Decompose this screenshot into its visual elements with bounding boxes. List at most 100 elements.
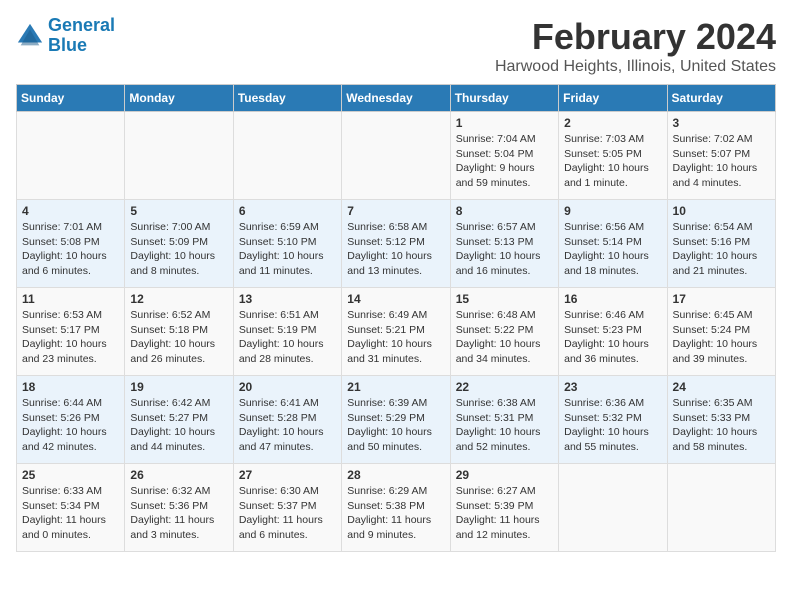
calendar-cell: 9 Sunrise: 6:56 AM Sunset: 5:14 PM Daylig… xyxy=(559,200,667,288)
day-number: 19 xyxy=(130,380,227,394)
week-row-5: 25 Sunrise: 6:33 AM Sunset: 5:34 PM Dayli… xyxy=(17,464,776,552)
calendar-cell: 14 Sunrise: 6:49 AM Sunset: 5:21 PM Dayli… xyxy=(342,288,450,376)
day-info: Sunrise: 7:03 AM Sunset: 5:05 PM Dayligh… xyxy=(564,132,661,191)
day-info: Sunrise: 6:54 AM Sunset: 5:16 PM Dayligh… xyxy=(673,220,770,279)
day-info: Sunrise: 6:49 AM Sunset: 5:21 PM Dayligh… xyxy=(347,308,444,367)
calendar-cell: 4 Sunrise: 7:01 AM Sunset: 5:08 PM Daylig… xyxy=(17,200,125,288)
logo: General Blue xyxy=(16,16,115,56)
day-info: Sunrise: 6:48 AM Sunset: 5:22 PM Dayligh… xyxy=(456,308,553,367)
calendar-cell: 20 Sunrise: 6:41 AM Sunset: 5:28 PM Dayli… xyxy=(233,376,341,464)
week-row-2: 4 Sunrise: 7:01 AM Sunset: 5:08 PM Daylig… xyxy=(17,200,776,288)
day-number: 15 xyxy=(456,292,553,306)
subtitle: Harwood Heights, Illinois, United States xyxy=(495,58,776,76)
day-number: 13 xyxy=(239,292,336,306)
calendar-cell: 28 Sunrise: 6:29 AM Sunset: 5:38 PM Dayli… xyxy=(342,464,450,552)
week-row-4: 18 Sunrise: 6:44 AM Sunset: 5:26 PM Dayli… xyxy=(17,376,776,464)
day-info: Sunrise: 7:04 AM Sunset: 5:04 PM Dayligh… xyxy=(456,132,553,191)
calendar-table: SundayMondayTuesdayWednesdayThursdayFrid… xyxy=(16,84,776,552)
day-number: 1 xyxy=(456,116,553,130)
day-number: 27 xyxy=(239,468,336,482)
day-info: Sunrise: 6:53 AM Sunset: 5:17 PM Dayligh… xyxy=(22,308,119,367)
day-info: Sunrise: 6:33 AM Sunset: 5:34 PM Dayligh… xyxy=(22,484,119,543)
calendar-cell xyxy=(342,112,450,200)
day-number: 20 xyxy=(239,380,336,394)
day-number: 23 xyxy=(564,380,661,394)
calendar-cell: 15 Sunrise: 6:48 AM Sunset: 5:22 PM Dayli… xyxy=(450,288,558,376)
day-number: 28 xyxy=(347,468,444,482)
logo-line2: Blue xyxy=(48,35,87,55)
calendar-cell: 10 Sunrise: 6:54 AM Sunset: 5:16 PM Dayli… xyxy=(667,200,775,288)
day-info: Sunrise: 6:35 AM Sunset: 5:33 PM Dayligh… xyxy=(673,396,770,455)
day-number: 18 xyxy=(22,380,119,394)
day-number: 22 xyxy=(456,380,553,394)
day-number: 11 xyxy=(22,292,119,306)
week-row-3: 11 Sunrise: 6:53 AM Sunset: 5:17 PM Dayli… xyxy=(17,288,776,376)
day-number: 12 xyxy=(130,292,227,306)
day-info: Sunrise: 6:41 AM Sunset: 5:28 PM Dayligh… xyxy=(239,396,336,455)
day-number: 26 xyxy=(130,468,227,482)
day-number: 5 xyxy=(130,204,227,218)
day-info: Sunrise: 6:56 AM Sunset: 5:14 PM Dayligh… xyxy=(564,220,661,279)
day-number: 10 xyxy=(673,204,770,218)
day-info: Sunrise: 6:36 AM Sunset: 5:32 PM Dayligh… xyxy=(564,396,661,455)
calendar-cell: 12 Sunrise: 6:52 AM Sunset: 5:18 PM Dayli… xyxy=(125,288,233,376)
column-header-monday: Monday xyxy=(125,85,233,112)
day-info: Sunrise: 6:39 AM Sunset: 5:29 PM Dayligh… xyxy=(347,396,444,455)
header-row: SundayMondayTuesdayWednesdayThursdayFrid… xyxy=(17,85,776,112)
calendar-cell: 8Sunrise: 6:57 AM Sunset: 5:13 PM Daylig… xyxy=(450,200,558,288)
day-number: 4 xyxy=(22,204,119,218)
calendar-cell: 1 Sunrise: 7:04 AM Sunset: 5:04 PM Daylig… xyxy=(450,112,558,200)
day-number: 7 xyxy=(347,204,444,218)
calendar-cell: 21 Sunrise: 6:39 AM Sunset: 5:29 PM Dayli… xyxy=(342,376,450,464)
day-number: 8 xyxy=(456,204,553,218)
calendar-cell: 2 Sunrise: 7:03 AM Sunset: 5:05 PM Daylig… xyxy=(559,112,667,200)
day-info: Sunrise: 6:59 AM Sunset: 5:10 PM Dayligh… xyxy=(239,220,336,279)
calendar-cell xyxy=(559,464,667,552)
column-header-saturday: Saturday xyxy=(667,85,775,112)
title-area: February 2024 Harwood Heights, Illinois,… xyxy=(495,16,776,76)
day-info: Sunrise: 6:44 AM Sunset: 5:26 PM Dayligh… xyxy=(22,396,119,455)
column-header-tuesday: Tuesday xyxy=(233,85,341,112)
calendar-cell: 6 Sunrise: 6:59 AM Sunset: 5:10 PM Daylig… xyxy=(233,200,341,288)
calendar-cell: 11 Sunrise: 6:53 AM Sunset: 5:17 PM Dayli… xyxy=(17,288,125,376)
day-number: 21 xyxy=(347,380,444,394)
day-info: Sunrise: 7:02 AM Sunset: 5:07 PM Dayligh… xyxy=(673,132,770,191)
calendar-cell: 16 Sunrise: 6:46 AM Sunset: 5:23 PM Dayli… xyxy=(559,288,667,376)
calendar-cell: 26 Sunrise: 6:32 AM Sunset: 5:36 PM Dayli… xyxy=(125,464,233,552)
column-header-thursday: Thursday xyxy=(450,85,558,112)
calendar-cell: 7 Sunrise: 6:58 AM Sunset: 5:12 PM Daylig… xyxy=(342,200,450,288)
day-info: Sunrise: 7:00 AM Sunset: 5:09 PM Dayligh… xyxy=(130,220,227,279)
day-number: 16 xyxy=(564,292,661,306)
calendar-cell: 27 Sunrise: 6:30 AM Sunset: 5:37 PM Dayli… xyxy=(233,464,341,552)
day-number: 9 xyxy=(564,204,661,218)
day-number: 17 xyxy=(673,292,770,306)
calendar-cell: 19Sunrise: 6:42 AM Sunset: 5:27 PM Dayli… xyxy=(125,376,233,464)
calendar-cell: 13 Sunrise: 6:51 AM Sunset: 5:19 PM Dayli… xyxy=(233,288,341,376)
day-number: 2 xyxy=(564,116,661,130)
day-number: 24 xyxy=(673,380,770,394)
day-number: 14 xyxy=(347,292,444,306)
day-info: Sunrise: 6:58 AM Sunset: 5:12 PM Dayligh… xyxy=(347,220,444,279)
day-number: 3 xyxy=(673,116,770,130)
calendar-cell: 5 Sunrise: 7:00 AM Sunset: 5:09 PM Daylig… xyxy=(125,200,233,288)
day-info: Sunrise: 6:32 AM Sunset: 5:36 PM Dayligh… xyxy=(130,484,227,543)
logo-line1: General xyxy=(48,15,115,35)
calendar-cell xyxy=(667,464,775,552)
day-info: Sunrise: 7:01 AM Sunset: 5:08 PM Dayligh… xyxy=(22,220,119,279)
day-number: 6 xyxy=(239,204,336,218)
calendar-cell: 17Sunrise: 6:45 AM Sunset: 5:24 PM Dayli… xyxy=(667,288,775,376)
calendar-cell xyxy=(125,112,233,200)
calendar-cell: 23 Sunrise: 6:36 AM Sunset: 5:32 PM Dayli… xyxy=(559,376,667,464)
logo-icon xyxy=(16,22,44,50)
calendar-cell: 29Sunrise: 6:27 AM Sunset: 5:39 PM Dayli… xyxy=(450,464,558,552)
calendar-cell: 25 Sunrise: 6:33 AM Sunset: 5:34 PM Dayli… xyxy=(17,464,125,552)
week-row-1: 1 Sunrise: 7:04 AM Sunset: 5:04 PM Daylig… xyxy=(17,112,776,200)
column-header-sunday: Sunday xyxy=(17,85,125,112)
day-info: Sunrise: 6:51 AM Sunset: 5:19 PM Dayligh… xyxy=(239,308,336,367)
day-info: Sunrise: 6:52 AM Sunset: 5:18 PM Dayligh… xyxy=(130,308,227,367)
day-number: 25 xyxy=(22,468,119,482)
header: General Blue February 2024 Harwood Heigh… xyxy=(16,16,776,76)
day-info: Sunrise: 6:29 AM Sunset: 5:38 PM Dayligh… xyxy=(347,484,444,543)
day-info: Sunrise: 6:30 AM Sunset: 5:37 PM Dayligh… xyxy=(239,484,336,543)
day-info: Sunrise: 6:46 AM Sunset: 5:23 PM Dayligh… xyxy=(564,308,661,367)
